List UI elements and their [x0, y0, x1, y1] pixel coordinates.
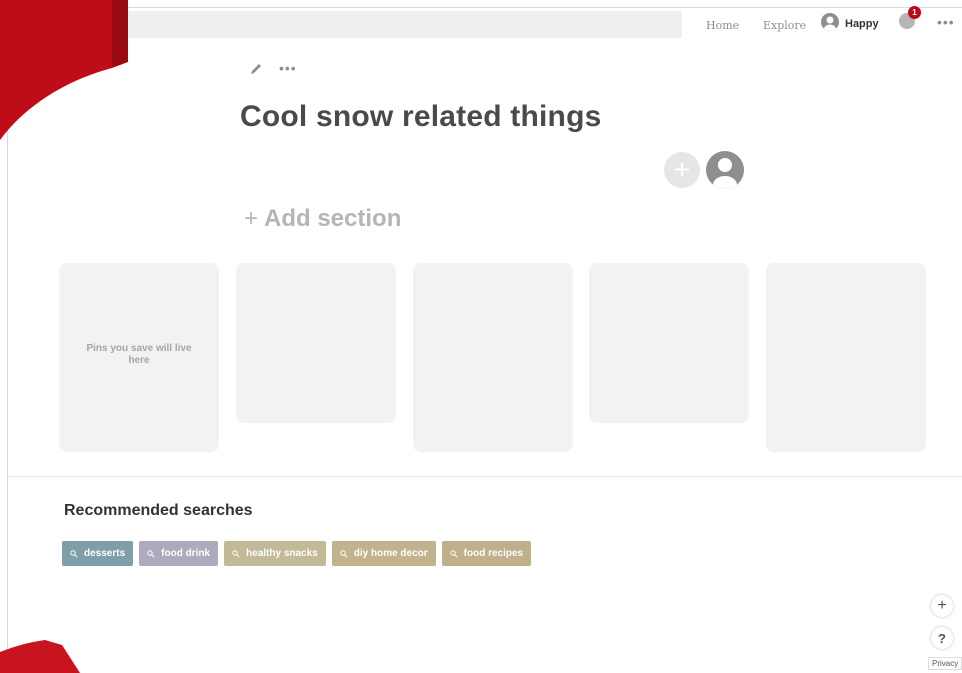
nav-explore-link[interactable]: Explore [763, 19, 806, 32]
collaborator-avatar-icon[interactable] [706, 151, 744, 189]
search-chip-diy-home-decor[interactable]: diy home decor [331, 541, 436, 566]
privacy-link[interactable]: Privacy [928, 657, 962, 670]
notification-badge: 1 [908, 6, 921, 19]
user-avatar-icon[interactable] [821, 13, 839, 31]
search-icon [232, 549, 240, 558]
chip-label: diy home decor [353, 548, 428, 559]
search-chip-food-drink[interactable]: food drink [139, 541, 219, 566]
search-input[interactable]: rch [56, 11, 682, 38]
pin-placeholder [413, 263, 573, 452]
search-icon [147, 549, 155, 558]
search-icon [340, 549, 348, 558]
edit-pencil-icon[interactable] [248, 61, 264, 77]
recommended-searches-title: Recommended searches [64, 502, 253, 519]
search-icon [449, 549, 458, 558]
pin-placeholder: Pins you save will live here [59, 263, 219, 452]
add-collaborator-button[interactable]: + [664, 152, 700, 188]
chip-label: food drink [161, 548, 211, 559]
user-name-link[interactable]: Happy [845, 18, 879, 30]
chip-label: desserts [84, 548, 126, 559]
section-divider [8, 476, 962, 477]
search-icon [70, 549, 78, 558]
chip-label: food recipes [463, 548, 524, 559]
chip-label: healthy snacks [246, 548, 318, 559]
board-more-icon[interactable]: ••• [279, 60, 297, 76]
search-chip-food-recipes[interactable]: food recipes [441, 541, 532, 566]
add-section-label: Add section [264, 205, 402, 232]
pin-placeholder [766, 263, 926, 452]
create-plus-button[interactable]: + [931, 595, 953, 617]
red-corner-decoration [0, 0, 128, 140]
search-chip-healthy-snacks[interactable]: healthy snacks [224, 541, 326, 566]
pin-placeholder [589, 263, 749, 423]
add-section-button[interactable]: + Add section [244, 205, 401, 233]
board-title: Cool snow related things [240, 100, 602, 133]
plus-icon: + [244, 205, 259, 232]
empty-pins-message: Pins you save will live here [86, 343, 192, 366]
red-arrow-decoration [0, 640, 80, 673]
help-button[interactable]: ? [931, 627, 953, 649]
recommended-chips: desserts food drink healthy snacks diy h… [62, 541, 532, 566]
pin-placeholder [236, 263, 396, 423]
more-options-icon[interactable]: ••• [937, 14, 955, 30]
nav-home-link[interactable]: Home [706, 19, 739, 32]
search-chip-desserts[interactable]: desserts [62, 541, 134, 566]
